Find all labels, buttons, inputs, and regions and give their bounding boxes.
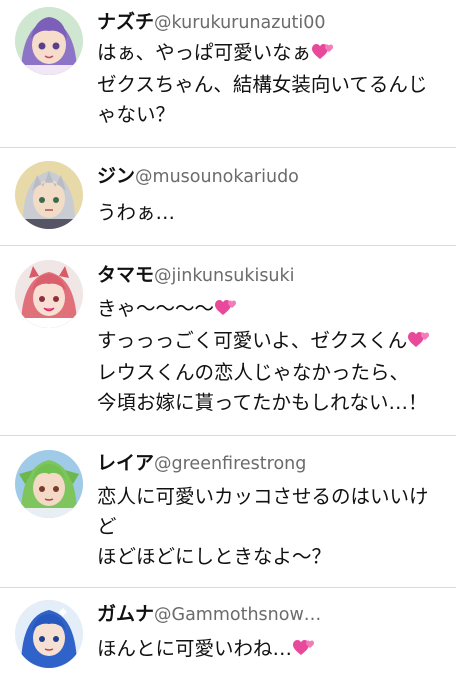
display-name[interactable]: ガムナ xyxy=(97,603,154,625)
two-hearts-icon xyxy=(312,40,334,70)
display-name[interactable]: ナズチ xyxy=(97,11,154,33)
post-header: ガムナ@Gammothsnow… xyxy=(97,602,321,626)
post-item[interactable]: レイア@greenfirestrong 恋人に可愛いカッコさせるのはいいけ ど … xyxy=(0,436,456,588)
post-text: ほんとに可愛いわね… xyxy=(97,634,447,666)
post-header: レイア@greenfirestrong xyxy=(97,451,306,475)
user-handle[interactable]: @greenfirestrong xyxy=(154,454,306,474)
display-name[interactable]: タマモ xyxy=(97,264,154,286)
girl-pink-hair-avatar-icon xyxy=(15,260,83,328)
post-text: うわぁ… xyxy=(97,198,447,228)
post-item[interactable]: ナズチ@kurukurunazuti00 はぁ、やっぱ可愛いなぁ ゼクスちゃん、… xyxy=(0,0,456,148)
girl-purple-hair-avatar-icon xyxy=(15,7,83,75)
post-header: ジン@musounokariudo xyxy=(97,164,299,188)
avatar[interactable] xyxy=(15,450,83,518)
post-line: きゃ〜〜〜〜 xyxy=(97,294,447,326)
girl-blue-hair-avatar-icon xyxy=(15,600,83,668)
post-text: きゃ〜〜〜〜 すっっっごく可愛いよ、ゼクスくん レウスくんの恋人じゃなかったら、… xyxy=(97,294,447,418)
post-line: うわぁ… xyxy=(97,201,176,224)
display-name[interactable]: ジン xyxy=(97,165,135,187)
user-handle[interactable]: @Gammothsnow… xyxy=(154,605,321,625)
post-line: はぁ、やっぱ可愛いなぁ xyxy=(97,38,447,70)
avatar[interactable] xyxy=(15,161,83,229)
display-name[interactable]: レイア xyxy=(97,452,154,474)
post-line: 今頃お嫁に貰ってたかもしれない…！ xyxy=(97,391,428,414)
two-hearts-icon xyxy=(408,328,430,358)
post-line: すっっっごく可愛いよ、ゼクスくん xyxy=(97,326,447,358)
user-handle[interactable]: @musounokariudo xyxy=(135,167,299,187)
post-text: はぁ、やっぱ可愛いなぁ ゼクスちゃん、結構女装向いてるんじ ゃない？ xyxy=(97,38,447,130)
girl-green-hair-avatar-icon xyxy=(15,450,83,518)
post-line: ほんとに可愛いわね… xyxy=(97,634,447,666)
post-line: レウスくんの恋人じゃなかったら、 xyxy=(97,361,410,384)
user-handle[interactable]: @kurukurunazuti00 xyxy=(154,13,326,33)
post-header: タマモ@jinkunsukisuki xyxy=(97,263,295,287)
post-line: ほどほどにしときなよ〜？ xyxy=(97,545,332,568)
two-hearts-icon xyxy=(293,636,315,666)
post-line: ど xyxy=(97,515,117,538)
post-item[interactable]: ジン@musounokariudo うわぁ… xyxy=(0,148,456,246)
post-line: ゃない？ xyxy=(97,103,176,126)
post-line: 恋人に可愛いカッコさせるのはいいけ xyxy=(97,485,429,508)
post-line: ゼクスちゃん、結構女装向いてるんじ xyxy=(97,73,428,96)
avatar[interactable] xyxy=(15,600,83,668)
post-header: ナズチ@kurukurunazuti00 xyxy=(97,10,326,34)
timeline: ナズチ@kurukurunazuti00 はぁ、やっぱ可愛いなぁ ゼクスちゃん、… xyxy=(0,0,456,680)
two-hearts-icon xyxy=(215,296,237,326)
boy-silver-hair-avatar-icon xyxy=(15,161,83,229)
post-item[interactable]: ガムナ@Gammothsnow… ほんとに可愛いわね… xyxy=(0,588,456,680)
avatar[interactable] xyxy=(15,7,83,75)
post-text: 恋人に可愛いカッコさせるのはいいけ ど ほどほどにしときなよ〜？ xyxy=(97,482,447,572)
post-item[interactable]: タマモ@jinkunsukisuki きゃ〜〜〜〜 すっっっごく可愛いよ、ゼクス… xyxy=(0,246,456,436)
user-handle[interactable]: @jinkunsukisuki xyxy=(154,266,295,286)
avatar[interactable] xyxy=(15,260,83,328)
